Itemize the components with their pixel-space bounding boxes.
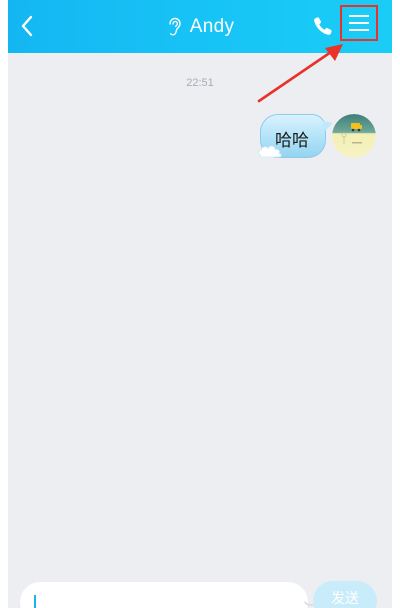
message-timestamp: 22:51 [186,77,214,89]
message-input[interactable] [20,582,308,608]
call-button[interactable] [311,14,335,38]
bubble-tail-icon [323,121,333,131]
ear-icon [169,17,181,35]
annotation-arrow-icon [257,44,343,103]
cloud-decoration-icon [258,145,282,158]
avatar[interactable] [332,114,376,158]
chevron-left-icon [21,15,33,37]
text-caret [34,595,36,608]
send-button[interactable]: 发送 [313,581,377,608]
chat-screen: Andy 22:51 哈哈 发送 [8,0,392,608]
menu-button[interactable] [340,5,378,41]
back-button[interactable] [16,13,40,39]
phone-icon [314,17,332,35]
hamburger-menu-icon [349,15,369,31]
avatar-image-icon [332,114,376,158]
composer-bar: 发送 [8,575,392,608]
chat-title: Andy [189,15,235,37]
message-bubble[interactable]: 哈哈 [258,114,333,158]
